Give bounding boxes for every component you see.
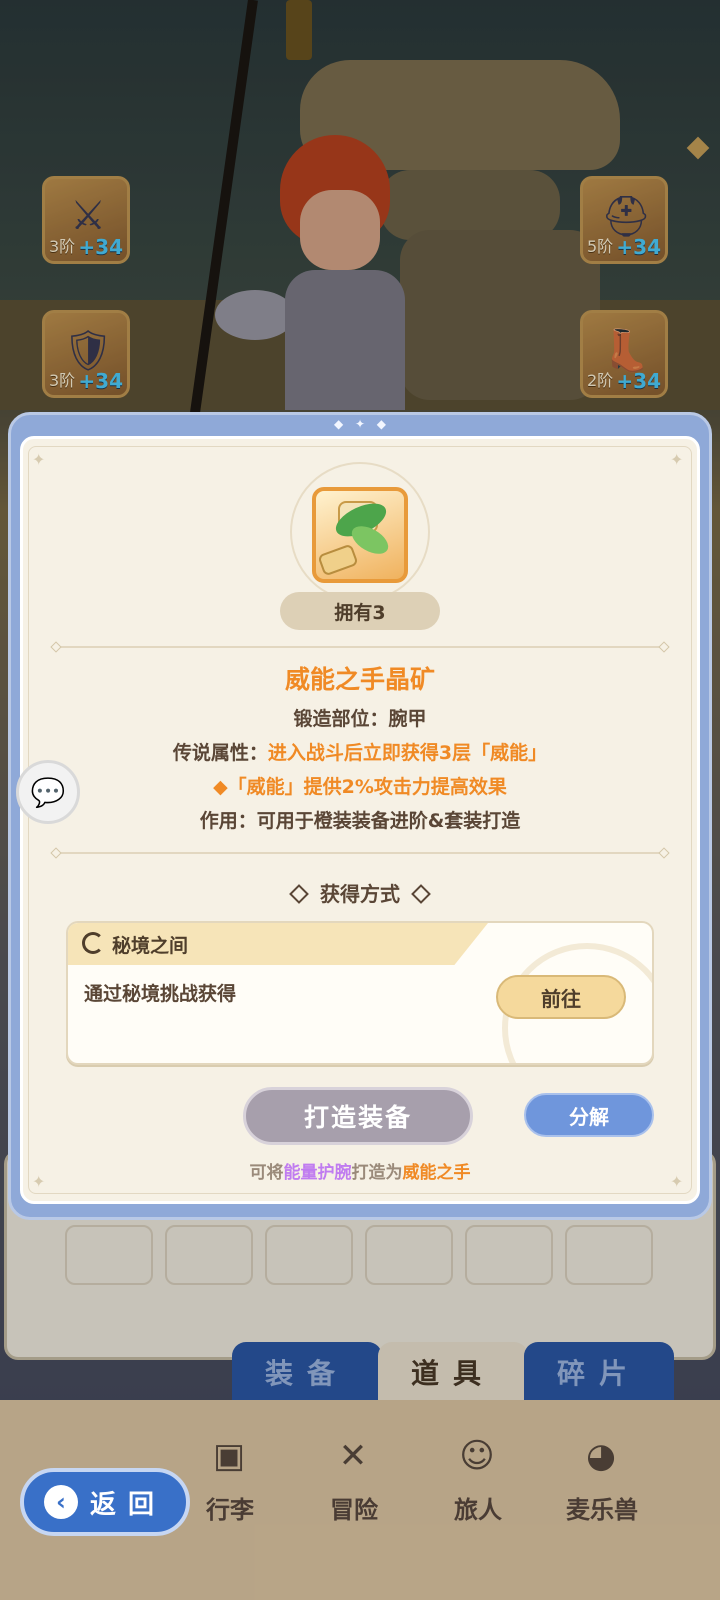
effect-text: ◆「威能」提供2%攻击力提高效果 bbox=[213, 776, 507, 798]
ornament-icon: ◆ ✦ ◆ bbox=[334, 417, 386, 431]
cuff-shape bbox=[317, 543, 359, 577]
usage-text: 作用：可用于橙装装备进阶&套装打造 bbox=[199, 810, 521, 832]
obtain-methods-heading: 获得方式 bbox=[0, 878, 720, 907]
hint-prefix: 可将 bbox=[249, 1163, 284, 1183]
hint-material: 能量护腕 bbox=[283, 1163, 352, 1183]
goto-button[interactable]: 前往 bbox=[496, 975, 626, 1019]
corner-ornament-icon: ✦ bbox=[670, 450, 684, 469]
legend-attribute-value: 进入战斗后立即获得3层「威能」 bbox=[267, 742, 548, 764]
back-button[interactable]: ‹ 返回 bbox=[20, 1468, 190, 1536]
chat-bubble-button[interactable]: 💬 bbox=[16, 760, 80, 824]
forge-hint-text: 可将能量护腕打造为威能之手 bbox=[0, 1158, 720, 1183]
diamond-icon bbox=[289, 883, 309, 904]
forge-slot-text: 锻造部位：腕甲 bbox=[293, 708, 427, 730]
diamond-icon bbox=[411, 883, 431, 904]
hint-middle: 打造为 bbox=[351, 1163, 403, 1183]
legend-attribute-line: 传说属性：进入战斗后立即获得3层「威能」 bbox=[0, 738, 720, 765]
owned-count-badge: 拥有3 bbox=[280, 592, 440, 630]
divider bbox=[60, 852, 660, 854]
item-name: 威能之手晶矿 bbox=[284, 665, 435, 694]
legend-attribute-label: 传说属性： bbox=[172, 742, 268, 764]
forge-equipment-button[interactable]: 打造装备 bbox=[243, 1087, 473, 1145]
chat-icon: 💬 bbox=[30, 775, 66, 809]
source-description: 通过秘境挑战获得 bbox=[84, 983, 237, 1005]
source-name: 秘境之间 bbox=[112, 935, 189, 957]
moon-icon bbox=[82, 932, 104, 954]
hint-result: 威能之手 bbox=[402, 1163, 471, 1183]
chevron-left-icon: ‹ bbox=[44, 1485, 78, 1519]
obtain-heading-text: 获得方式 bbox=[320, 882, 400, 906]
back-label: 返回 bbox=[90, 1489, 167, 1520]
gauntlet-ore-icon bbox=[312, 487, 408, 583]
divider bbox=[60, 646, 660, 648]
decompose-button[interactable]: 分解 bbox=[524, 1093, 654, 1137]
corner-ornament-icon: ✦ bbox=[32, 450, 46, 469]
